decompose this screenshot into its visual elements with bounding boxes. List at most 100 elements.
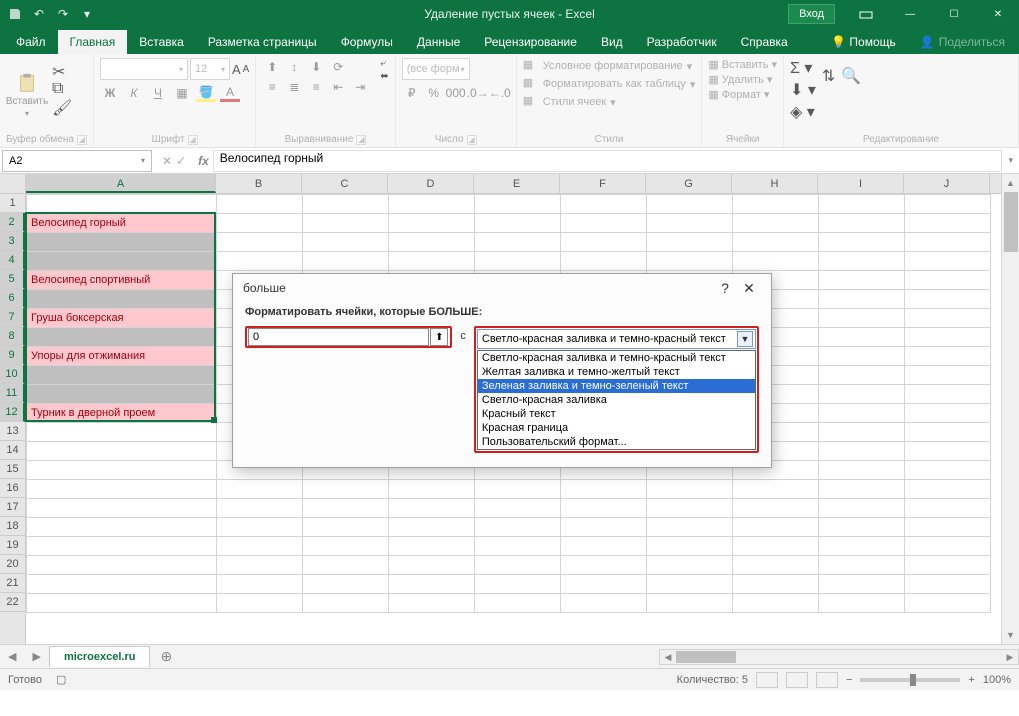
cell[interactable] bbox=[389, 575, 475, 594]
column-header[interactable]: A bbox=[26, 174, 216, 193]
cell[interactable] bbox=[217, 575, 303, 594]
cell[interactable] bbox=[819, 233, 905, 252]
cell[interactable] bbox=[733, 214, 819, 233]
fill-color-icon[interactable]: 🪣 bbox=[196, 84, 216, 102]
value-input[interactable] bbox=[248, 328, 429, 346]
column-header[interactable]: E bbox=[474, 174, 560, 193]
align-right-icon[interactable]: ≡ bbox=[306, 78, 326, 96]
row-header[interactable]: 14 bbox=[0, 441, 25, 460]
share-button[interactable]: 👤 Поделиться bbox=[910, 30, 1015, 54]
row-header[interactable]: 11 bbox=[0, 384, 25, 403]
cell[interactable] bbox=[561, 556, 647, 575]
macro-record-icon[interactable]: ▢ bbox=[56, 673, 66, 686]
cell[interactable] bbox=[389, 214, 475, 233]
cell[interactable] bbox=[303, 556, 389, 575]
cell[interactable] bbox=[475, 480, 561, 499]
cell[interactable] bbox=[819, 518, 905, 537]
cell[interactable] bbox=[303, 252, 389, 271]
cell[interactable] bbox=[561, 575, 647, 594]
cell[interactable] bbox=[303, 518, 389, 537]
row-header[interactable]: 2 bbox=[0, 213, 25, 232]
tab-developer[interactable]: Разработчик bbox=[635, 30, 729, 54]
cell[interactable] bbox=[647, 499, 733, 518]
delete-cells-button[interactable]: ▦ Удалить ▾ bbox=[708, 73, 777, 86]
cell[interactable] bbox=[27, 442, 217, 461]
cell[interactable] bbox=[475, 594, 561, 613]
cell[interactable]: Велосипед спортивный bbox=[27, 271, 217, 290]
cell[interactable] bbox=[389, 499, 475, 518]
cell[interactable] bbox=[475, 499, 561, 518]
row-header[interactable]: 6 bbox=[0, 289, 25, 308]
combo-option[interactable]: Пользовательский формат... bbox=[478, 435, 755, 449]
tab-review[interactable]: Рецензирование bbox=[472, 30, 589, 54]
cell[interactable] bbox=[647, 594, 733, 613]
paste-button[interactable]: Вставить▾ bbox=[6, 58, 48, 132]
cell[interactable] bbox=[561, 214, 647, 233]
clipboard-dialog-icon[interactable]: ◢ bbox=[77, 135, 87, 145]
horizontal-scrollbar[interactable]: ◀ ▶ bbox=[659, 649, 1019, 665]
dec-decimal-icon[interactable]: ←.0 bbox=[490, 84, 510, 102]
cell[interactable] bbox=[475, 195, 561, 214]
font-name-selector[interactable]: ▾ bbox=[100, 58, 188, 80]
hscroll-left-icon[interactable]: ◀ bbox=[660, 650, 676, 664]
cell[interactable] bbox=[217, 233, 303, 252]
decrease-font-icon[interactable]: A bbox=[243, 64, 250, 75]
tell-me[interactable]: 💡 Помощь bbox=[819, 30, 908, 54]
cell[interactable] bbox=[819, 214, 905, 233]
cell[interactable] bbox=[389, 480, 475, 499]
cell[interactable] bbox=[561, 252, 647, 271]
cell[interactable] bbox=[561, 594, 647, 613]
cell[interactable] bbox=[303, 575, 389, 594]
cell[interactable] bbox=[733, 556, 819, 575]
font-color-icon[interactable]: A bbox=[220, 84, 240, 102]
format-as-table-button[interactable]: ▦Форматировать как таблицу ▾ bbox=[523, 76, 696, 92]
cell[interactable] bbox=[647, 195, 733, 214]
row-header[interactable]: 9 bbox=[0, 346, 25, 365]
maximize-icon[interactable]: ☐ bbox=[933, 0, 975, 28]
cell[interactable] bbox=[217, 214, 303, 233]
fx-icon[interactable]: fx bbox=[194, 154, 213, 168]
clear-icon[interactable]: ◈ ▾ bbox=[790, 102, 816, 122]
conditional-formatting-button[interactable]: ▦Условное форматирование ▾ bbox=[523, 58, 696, 74]
login-button[interactable]: Вход bbox=[788, 4, 835, 24]
cell[interactable] bbox=[27, 537, 217, 556]
cell[interactable] bbox=[819, 195, 905, 214]
cell[interactable] bbox=[905, 499, 991, 518]
sheet-nav-prev-icon[interactable]: ◀ bbox=[0, 650, 24, 663]
cell[interactable] bbox=[819, 461, 905, 480]
cell[interactable] bbox=[27, 290, 217, 309]
indent-dec-icon[interactable]: ⇤ bbox=[328, 78, 348, 96]
cell[interactable] bbox=[733, 537, 819, 556]
border-icon[interactable]: ▦ bbox=[172, 84, 192, 102]
row-header[interactable]: 5 bbox=[0, 270, 25, 289]
row-header[interactable]: 8 bbox=[0, 327, 25, 346]
row-header[interactable]: 17 bbox=[0, 498, 25, 517]
cell[interactable] bbox=[819, 594, 905, 613]
chevron-down-icon[interactable]: ▼ bbox=[737, 331, 753, 347]
insert-cells-button[interactable]: ▦ Вставить ▾ bbox=[708, 58, 777, 71]
cell[interactable] bbox=[905, 328, 991, 347]
view-page-break-icon[interactable] bbox=[816, 672, 838, 688]
ribbon-options-icon[interactable] bbox=[845, 0, 887, 28]
cell[interactable] bbox=[733, 575, 819, 594]
cell[interactable] bbox=[217, 556, 303, 575]
cell[interactable] bbox=[27, 518, 217, 537]
cell[interactable] bbox=[905, 404, 991, 423]
combo-option[interactable]: Красная граница bbox=[478, 421, 755, 435]
cell[interactable] bbox=[905, 594, 991, 613]
column-header[interactable]: F bbox=[560, 174, 646, 193]
cell[interactable] bbox=[27, 233, 217, 252]
cell[interactable] bbox=[819, 252, 905, 271]
cell[interactable]: Груша боксерская bbox=[27, 309, 217, 328]
cell[interactable] bbox=[27, 195, 217, 214]
cell[interactable] bbox=[905, 366, 991, 385]
cell[interactable] bbox=[561, 499, 647, 518]
cell[interactable] bbox=[733, 195, 819, 214]
cell[interactable]: Турник в дверной проем bbox=[27, 404, 217, 423]
tab-help[interactable]: Справка bbox=[729, 30, 800, 54]
cell[interactable] bbox=[27, 480, 217, 499]
cell[interactable] bbox=[733, 594, 819, 613]
italic-icon[interactable]: К bbox=[124, 84, 144, 102]
sheet-nav-next-icon[interactable]: ▶ bbox=[24, 650, 48, 663]
cell[interactable]: Велосипед горный bbox=[27, 214, 217, 233]
